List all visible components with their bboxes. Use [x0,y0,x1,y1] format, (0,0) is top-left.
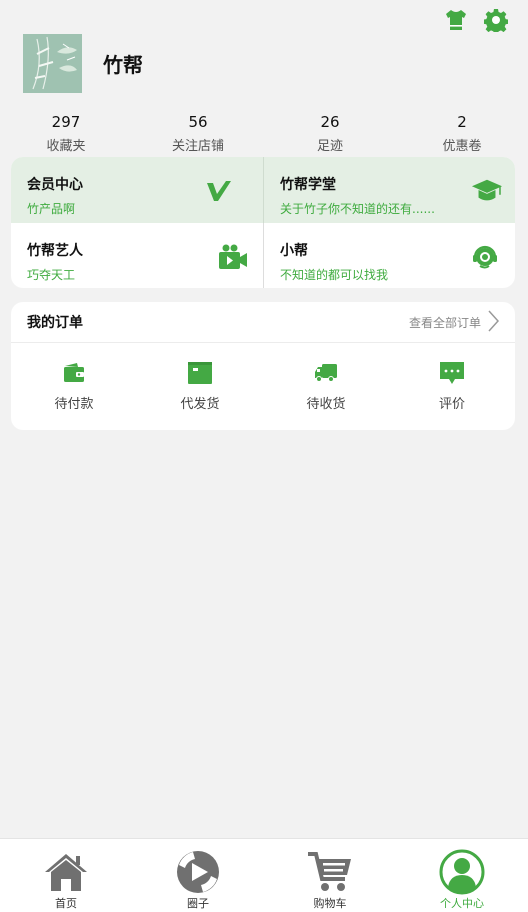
stat-label: 足迹 [316,139,343,154]
shirt-icon[interactable] [444,8,468,32]
circle-play-icon [132,849,264,895]
chevron-right-icon [487,309,500,335]
top-actions [444,8,508,32]
box-icon [137,360,263,386]
stat-value: 56 [188,113,208,131]
headset-icon [469,241,501,273]
username: 竹帮 [103,53,143,77]
profile-header: 竹帮 [23,34,143,93]
tab-label: 首页 [55,897,77,910]
stat-value: 2 [457,113,467,131]
order-to-receive[interactable]: 待收货 [263,360,389,412]
stats-bar: 297 收藏夹 56 关注店铺 26 足迹 2 优惠卷 [0,112,528,154]
tab-cart[interactable]: 购物车 [264,839,396,912]
view-all-orders-label: 查看全部订单 [408,315,481,330]
user-icon [396,849,528,895]
tab-profile[interactable]: 个人中心 [396,839,528,912]
truck-icon [263,360,389,386]
stat-label: 优惠卷 [442,139,482,154]
bottom-tab-bar: 首页 圈子 购物车 个人中心 [0,838,528,912]
cart-icon [264,849,396,895]
tab-circle[interactable]: 圈子 [132,839,264,912]
service-academy[interactable]: 竹帮学堂 关于竹子你不知道的还有...... [263,157,515,223]
order-label: 待收货 [306,397,346,412]
service-assistant[interactable]: 小帮 不知道的都可以找我 [263,223,515,288]
stat-followed-shops[interactable]: 56 关注店铺 [132,112,264,154]
orders-card: 我的订单 查看全部订单 待付款 代发货 待收货 评价 [11,302,515,430]
order-label: 待付款 [54,397,94,412]
order-label: 代发货 [180,397,220,412]
tab-label: 个人中心 [440,897,484,910]
stat-value: 297 [51,113,81,131]
tab-label: 圈子 [187,897,209,910]
stat-label: 收藏夹 [46,139,86,154]
comment-icon [389,360,515,386]
home-icon [0,849,132,895]
stat-value: 26 [320,113,340,131]
stat-footprints[interactable]: 26 足迹 [264,112,396,154]
avatar[interactable] [23,34,82,93]
service-member-center[interactable]: 会员中心 竹产品啊 [11,157,263,223]
wallet-icon [11,360,137,386]
graduation-cap-icon [471,175,503,207]
order-to-ship[interactable]: 代发货 [137,360,263,412]
stat-coupons[interactable]: 2 优惠卷 [396,112,528,154]
order-label: 评价 [438,397,465,412]
service-artisans[interactable]: 竹帮艺人 巧夺天工 [11,223,263,288]
orders-title: 我的订单 [27,315,83,331]
vip-v-icon [203,175,235,207]
view-all-orders-link[interactable]: 查看全部订单 [408,309,500,335]
video-camera-icon [217,241,249,273]
stat-favorites[interactable]: 297 收藏夹 [0,112,132,154]
tab-label: 购物车 [313,897,347,910]
services-card: 会员中心 竹产品啊 竹帮学堂 关于竹子你不知道的还有...... 竹帮艺人 巧夺… [11,157,515,288]
order-pending-payment[interactable]: 待付款 [11,360,137,412]
stat-label: 关注店铺 [171,139,224,154]
tab-home[interactable]: 首页 [0,839,132,912]
order-review[interactable]: 评价 [389,360,515,412]
gear-icon[interactable] [484,8,508,32]
